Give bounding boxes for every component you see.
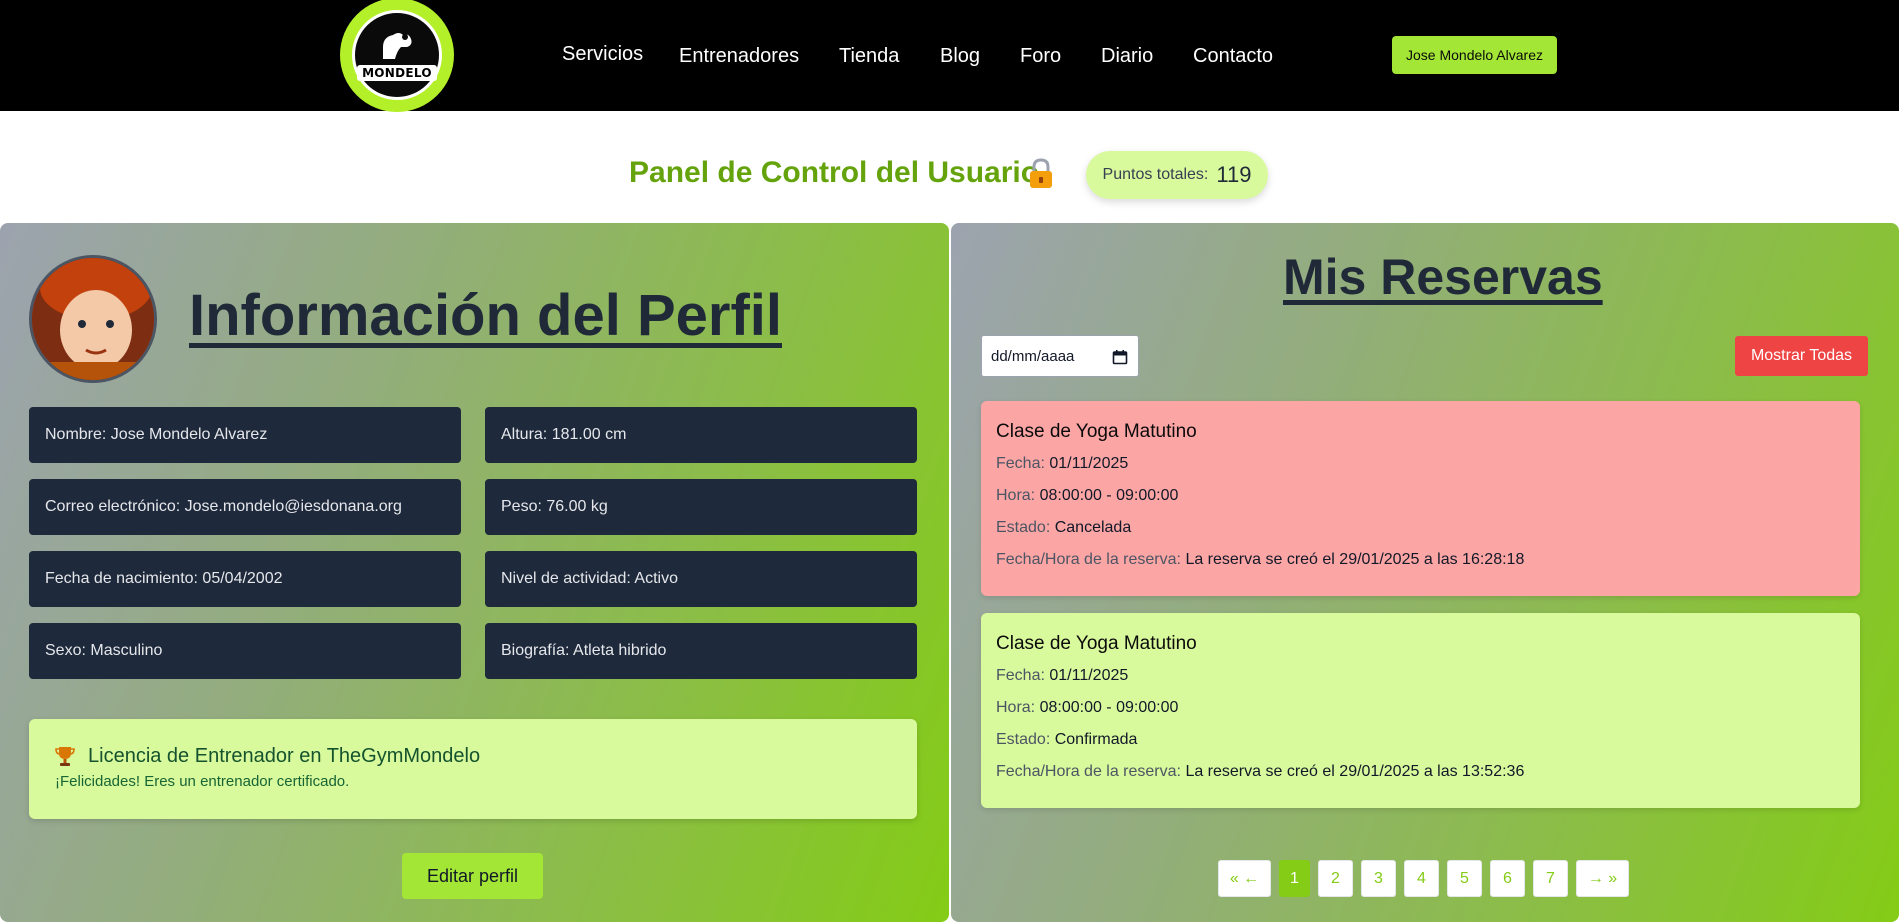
- reservation-card-confirmed: Clase de Yoga Matutino Fecha: 01/11/2025…: [981, 613, 1860, 808]
- logo-emblem: MONDELO: [352, 10, 442, 100]
- points-label: Puntos totales:: [1102, 166, 1209, 183]
- pagination-page-1[interactable]: 1: [1279, 860, 1310, 897]
- reservation-date-row: Fecha: 01/11/2025: [996, 667, 1129, 684]
- nav-contacto[interactable]: Contacto: [1193, 45, 1273, 68]
- trainer-license-banner: Licencia de Entrenador en TheGymMondelo …: [29, 719, 917, 819]
- nav-entrenadores[interactable]: Entrenadores: [679, 45, 799, 68]
- profile-field-biografia: Biografía: Atleta hibrido: [485, 623, 917, 679]
- reservation-created-row: Fecha/Hora de la reserva: La reserva se …: [996, 551, 1525, 568]
- edit-profile-button[interactable]: Editar perfil: [402, 853, 543, 899]
- nav-diario[interactable]: Diario: [1101, 45, 1153, 68]
- profile-field-altura: Altura: 181.00 cm: [485, 407, 917, 463]
- reservation-title: Clase de Yoga Matutino: [996, 421, 1197, 442]
- pagination-prev[interactable]: « ←: [1218, 860, 1271, 897]
- license-message: ¡Felicidades! Eres un entrenador certifi…: [55, 773, 350, 790]
- reservation-created-row: Fecha/Hora de la reserva: La reserva se …: [996, 763, 1525, 780]
- pagination-page-6[interactable]: 6: [1490, 860, 1525, 897]
- nav-servicios[interactable]: Servicios: [562, 43, 643, 66]
- brand-logo[interactable]: MONDELO: [340, 0, 454, 112]
- show-all-button[interactable]: Mostrar Todas: [1735, 336, 1868, 376]
- profile-heading: Información del Perfil: [189, 283, 782, 348]
- profile-field-nombre: Nombre: Jose Mondelo Alvarez: [29, 407, 461, 463]
- avatar: [29, 255, 157, 383]
- pagination-page-7[interactable]: 7: [1533, 860, 1568, 897]
- flexing-arm-icon: [383, 33, 412, 59]
- reservation-time-row: Hora: 08:00:00 - 09:00:00: [996, 487, 1179, 504]
- user-account-button[interactable]: Jose Mondelo Alvarez: [1392, 36, 1557, 74]
- trophy-icon: [55, 747, 75, 766]
- profile-field-nacimiento: Fecha de nacimiento: 05/04/2002: [29, 551, 461, 607]
- reservation-card-cancelled: Clase de Yoga Matutino Fecha: 01/11/2025…: [981, 401, 1860, 596]
- nav-foro[interactable]: Foro: [1020, 45, 1061, 68]
- page-title: Panel de Control del Usuario: [629, 156, 1040, 189]
- reservation-status-row: Estado: Cancelada: [996, 519, 1132, 536]
- pagination-page-5[interactable]: 5: [1447, 860, 1482, 897]
- reservation-time-row: Hora: 08:00:00 - 09:00:00: [996, 699, 1179, 716]
- logo-text: MONDELO: [357, 65, 437, 81]
- reservation-status-row: Estado: Confirmada: [996, 731, 1138, 748]
- calendar-icon[interactable]: [1112, 349, 1128, 365]
- profile-field-actividad: Nivel de actividad: Activo: [485, 551, 917, 607]
- profile-field-peso: Peso: 76.00 kg: [485, 479, 917, 535]
- lock-icon: [1030, 158, 1052, 188]
- avatar-photo: [32, 258, 154, 380]
- profile-field-correo: Correo electrónico: Jose.mondelo@iesdona…: [29, 479, 461, 535]
- profile-field-sexo: Sexo: Masculino: [29, 623, 461, 679]
- top-navbar: MONDELO Servicios Entrenadores Tienda Bl…: [0, 0, 1899, 112]
- points-value: 119: [1216, 162, 1252, 187]
- nav-tienda[interactable]: Tienda: [839, 45, 899, 68]
- nav-blog[interactable]: Blog: [940, 45, 980, 68]
- pagination-page-4[interactable]: 4: [1404, 860, 1439, 897]
- pagination-page-2[interactable]: 2: [1318, 860, 1353, 897]
- reservation-date-row: Fecha: 01/11/2025: [996, 455, 1129, 472]
- date-filter-input[interactable]: dd/mm/aaaa: [981, 335, 1139, 377]
- pagination-page-3[interactable]: 3: [1361, 860, 1396, 897]
- pagination-next[interactable]: → »: [1576, 860, 1629, 897]
- license-title: Licencia de Entrenador en TheGymMondelo: [88, 745, 481, 767]
- reservation-title: Clase de Yoga Matutino: [996, 633, 1197, 654]
- reservations-heading: Mis Reservas: [1283, 249, 1603, 305]
- date-placeholder: dd/mm/aaaa: [991, 347, 1075, 365]
- points-badge: Puntos totales: 119: [1086, 151, 1268, 199]
